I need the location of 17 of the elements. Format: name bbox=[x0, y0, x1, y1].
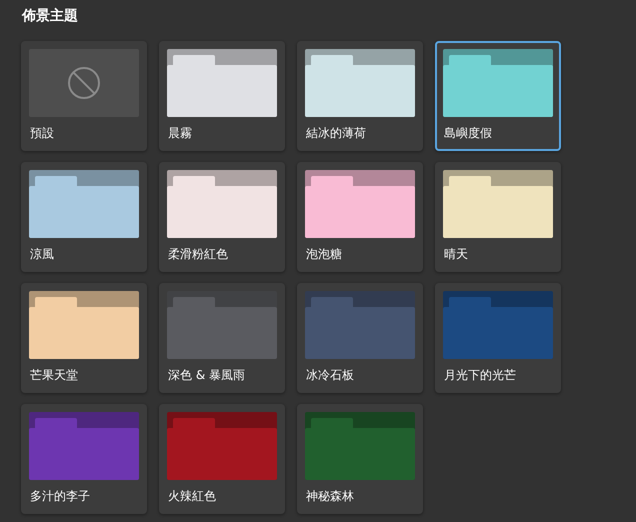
theme-card[interactable]: 冰冷石板 bbox=[297, 283, 423, 393]
theme-card[interactable]: 柔滑粉紅色 bbox=[159, 162, 285, 272]
theme-card[interactable]: 預設 bbox=[21, 41, 147, 151]
theme-card[interactable]: 月光下的光芒 bbox=[435, 283, 561, 393]
theme-card[interactable]: 芒果天堂 bbox=[21, 283, 147, 393]
theme-card[interactable]: 晨霧 bbox=[159, 41, 285, 151]
theme-card[interactable]: 深色 & 暴風雨 bbox=[159, 283, 285, 393]
theme-card[interactable]: 神秘森林 bbox=[297, 404, 423, 514]
theme-card[interactable]: 泡泡糖 bbox=[297, 162, 423, 272]
no-theme-icon bbox=[29, 49, 139, 117]
section-title: 佈景主題 bbox=[22, 6, 79, 26]
theme-card[interactable]: 火辣紅色 bbox=[159, 404, 285, 514]
theme-card[interactable]: 結冰的薄荷 bbox=[297, 41, 423, 151]
theme-card[interactable]: 涼風 bbox=[21, 162, 147, 272]
theme-card[interactable]: 多汁的李子 bbox=[21, 404, 147, 514]
theme-card[interactable]: 島嶼度假 bbox=[435, 41, 561, 151]
theme-card[interactable]: 晴天 bbox=[435, 162, 561, 272]
